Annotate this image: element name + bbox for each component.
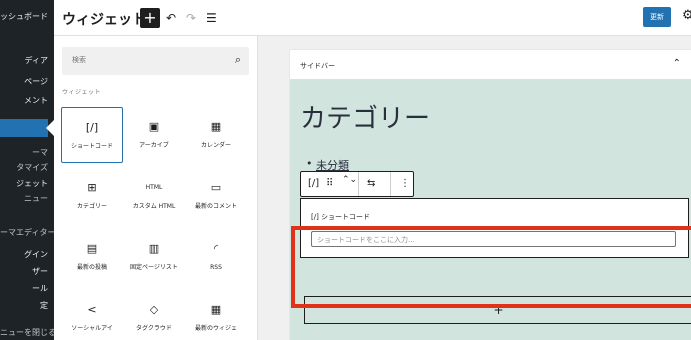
- block-social-icons[interactable]: < ソーシャルアイ: [61, 290, 123, 340]
- highlight-box: [291, 226, 691, 308]
- app-window: ッシュボード ディア ページ メント ーマ タマイズ ジェット ニュー ーマエデ…: [0, 0, 691, 340]
- tag-icon: ◇: [149, 303, 159, 316]
- block-latest-posts[interactable]: ▤ 最新の投稿: [61, 229, 123, 285]
- rss-icon: ◜: [213, 242, 219, 255]
- editor-header: ウィジェット + ↶ ↷ ☰ 更新 ⚙: [54, 0, 691, 36]
- sidebar-item-theme-editor[interactable]: ーマエディター: [0, 226, 54, 240]
- block-label: カレンダー: [200, 142, 231, 149]
- shortcode-block-icon[interactable]: [/]: [308, 178, 319, 189]
- more-options-icon[interactable]: ⋮: [400, 178, 410, 189]
- search-placeholder: 検索: [72, 56, 86, 64]
- widget-icon: ▦: [210, 303, 222, 316]
- list-view-icon[interactable]: ☰: [206, 9, 217, 27]
- block-tag-cloud[interactable]: ◇ タグクラウド: [123, 290, 185, 340]
- block-label: 固定ページリスト: [130, 264, 178, 271]
- chevron-up-icon[interactable]: ⌃: [673, 58, 681, 69]
- block-custom-html[interactable]: HTML カスタム HTML: [123, 168, 185, 224]
- sidebar-item-widgets[interactable]: ジェット: [0, 177, 54, 191]
- html-icon: HTML: [145, 184, 163, 191]
- add-block-button[interactable]: +: [140, 8, 160, 28]
- shortcode-block-title: [/] ショートコード: [311, 213, 371, 221]
- sidebar-item-themes[interactable]: ーマ: [0, 146, 54, 160]
- gear-icon[interactable]: ⚙: [682, 8, 691, 23]
- block-label: カスタム HTML: [132, 203, 176, 210]
- posts-icon: ▤: [86, 242, 98, 255]
- sidebar-item-settings[interactable]: 定: [0, 299, 54, 313]
- move-up-down-icon[interactable]: ⌃⌄: [342, 175, 357, 185]
- widget-area-header[interactable]: サイドバー ⌃: [290, 50, 691, 80]
- sidebar-item-customize[interactable]: タマイズ: [0, 161, 54, 175]
- block-toolbar: [/] ⠿ ⌃⌄ ⇆ ⋮: [300, 171, 414, 197]
- sidebar-item-dashboard[interactable]: ッシュボード: [0, 10, 54, 24]
- active-indicator: [46, 120, 54, 136]
- sidebar-item-appearance-active[interactable]: [0, 119, 48, 137]
- collapse-menu-button[interactable]: ニューを閉じる: [0, 326, 54, 340]
- page-list-icon: ▥: [148, 242, 160, 255]
- block-categories[interactable]: ⊞ カテゴリー: [61, 168, 123, 224]
- search-icon: ⌕: [234, 53, 241, 66]
- block-label: カテゴリー: [76, 203, 107, 210]
- categories-heading[interactable]: カテゴリー: [300, 98, 430, 135]
- block-label: ソーシャルアイ: [71, 325, 113, 332]
- block-inserter-panel: 検索 ⌕ ウィジェット [/] ショートコード ▣ アーカイブ ▦ カレンダー …: [54, 36, 258, 340]
- comment-icon: ▭: [210, 181, 222, 194]
- sidebar-item-media[interactable]: ディア: [0, 54, 54, 68]
- calendar-icon: ▦: [210, 120, 222, 133]
- block-label: 最新の投稿: [76, 264, 107, 271]
- block-latest-comments[interactable]: ▭ 最新のコメント: [185, 168, 247, 224]
- block-latest-widgets[interactable]: ▦ 最新のウィジェ: [185, 290, 247, 340]
- search-input[interactable]: 検索 ⌕: [62, 47, 249, 75]
- block-shortcode[interactable]: [/] ショートコード: [61, 107, 123, 163]
- widget-area-title: サイドバー: [300, 62, 335, 70]
- block-rss[interactable]: ◜ RSS: [185, 229, 247, 285]
- admin-sidebar: ッシュボード ディア ページ メント ーマ タマイズ ジェット ニュー ーマエデ…: [0, 0, 54, 340]
- block-label: アーカイブ: [139, 142, 169, 149]
- shortcode-icon: [/]: [85, 121, 99, 134]
- archive-icon: ▣: [148, 120, 160, 133]
- block-label: ショートコード: [70, 143, 113, 150]
- undo-icon[interactable]: ↶: [166, 9, 176, 27]
- sidebar-item-comments[interactable]: メント: [0, 94, 54, 108]
- transform-icon[interactable]: ⇆: [367, 178, 375, 189]
- sidebar-item-plugins[interactable]: グイン: [0, 248, 54, 262]
- drag-handle-icon[interactable]: ⠿: [326, 178, 333, 189]
- block-label: 最新のコメント: [194, 203, 237, 210]
- sidebar-item-tools[interactable]: ール: [0, 282, 54, 296]
- block-label: RSS: [210, 264, 222, 271]
- update-button[interactable]: 更新: [643, 7, 671, 27]
- block-archives[interactable]: ▣ アーカイブ: [123, 107, 185, 163]
- section-label: ウィジェット: [62, 89, 102, 96]
- block-label: 最新のウィジェ: [194, 325, 237, 332]
- page-title: ウィジェット: [62, 12, 146, 28]
- toolbar-divider: [358, 172, 359, 196]
- sidebar-item-menus[interactable]: ニュー: [0, 192, 54, 206]
- categories-icon: ⊞: [87, 181, 97, 194]
- bullet: •: [306, 157, 313, 170]
- sidebar-item-users[interactable]: ザー: [0, 265, 54, 279]
- block-label: タグクラウド: [136, 325, 172, 332]
- redo-icon[interactable]: ↷: [186, 9, 196, 27]
- toolbar-divider: [390, 172, 391, 196]
- sidebar-item-pages[interactable]: ページ: [0, 75, 54, 89]
- block-page-list[interactable]: ▥ 固定ページリスト: [123, 229, 185, 285]
- share-icon: <: [87, 303, 97, 316]
- block-calendar[interactable]: ▦ カレンダー: [185, 107, 247, 163]
